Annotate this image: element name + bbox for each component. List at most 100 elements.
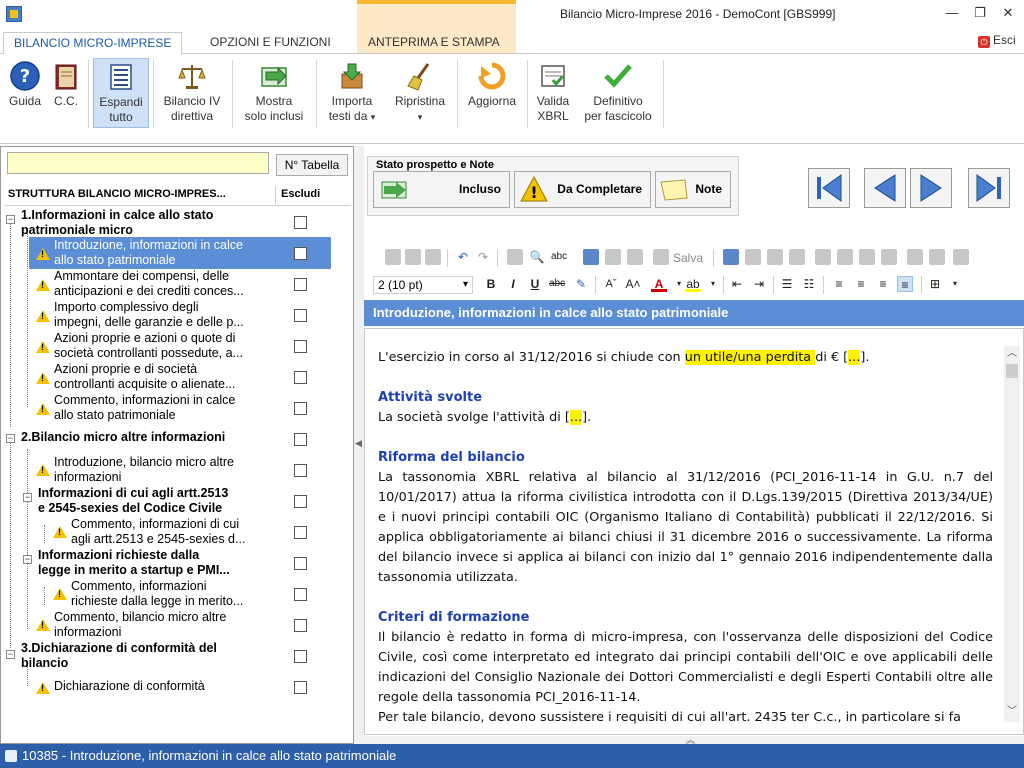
grow-font-icon[interactable]: A˄ [625,276,641,292]
highlight-dropdown-icon[interactable]: ▾ [705,276,721,292]
escludi-checkbox[interactable] [294,557,307,570]
html-source-icon[interactable] [605,249,621,265]
escludi-checkbox[interactable] [294,371,307,384]
tree-node-introduzione[interactable]: Introduzione, informazioni in calce allo … [54,238,294,268]
format-painter-icon[interactable]: ✎ [573,276,589,292]
select-all-icon[interactable] [507,249,523,265]
tree-node-commento-sp[interactable]: Commento, informazioni in calce allo stat… [54,393,284,423]
collapse-toggle[interactable]: − [23,555,32,564]
tree-node-commento-altre[interactable]: Commento, bilancio micro altre informazio… [54,610,284,640]
escludi-checkbox[interactable] [294,681,307,694]
collapse-toggle[interactable]: − [6,650,15,659]
tree-node-artt-2513[interactable]: Informazioni di cui agli artt.2513 e 2545… [38,486,278,516]
escludi-checkbox[interactable] [294,216,307,229]
font-size-select[interactable]: 2 (10 pt) [373,276,473,294]
espandi-tutto-button[interactable]: Espandi tutto [93,58,149,128]
highlight-icon[interactable]: ab [685,276,701,292]
delete-row-icon[interactable] [815,249,831,265]
borders-icon[interactable]: ⊞ [927,276,943,292]
bullet-list-icon[interactable]: ☰ [779,276,795,292]
tab-opzioni-funzioni[interactable]: OPZIONI E FUNZIONI [200,32,341,54]
undo-icon[interactable]: ↶ [455,249,471,265]
guida-button[interactable]: ? Guida [4,58,46,128]
insert-col-right-icon[interactable] [859,249,875,265]
importa-testi-button[interactable]: Importa testi da ▾ [322,58,382,128]
escludi-checkbox[interactable] [294,526,307,539]
collapse-toggle[interactable]: − [6,434,15,443]
tree-node-section-3[interactable]: 3.Dichiarazione di conformità del bilanci… [21,641,271,671]
escludi-checkbox[interactable] [294,278,307,291]
close-button[interactable]: ✕ [998,4,1018,22]
n-tabella-button[interactable]: N° Tabella [276,154,348,176]
tree-node-commento-startup[interactable]: Commento, informazioni richieste dalla le… [71,579,281,609]
tree-node-startup[interactable]: Informazioni richieste dalla legge in mer… [38,548,278,578]
maximize-button[interactable]: ❐ [970,4,990,22]
merge-cells-icon[interactable] [907,249,923,265]
rich-text-editor[interactable]: L'esercizio in corso al 31/12/2016 si ch… [364,328,1024,735]
tree-node-dichiarazione[interactable]: Dichiarazione di conformità [54,679,284,694]
vertical-scrollbar[interactable] [1004,346,1020,722]
font-color-icon[interactable]: A [651,276,667,292]
definitivo-fascicolo-button[interactable]: Definitivo per fascicolo [577,58,659,128]
insert-col-left-icon[interactable] [837,249,853,265]
search-input[interactable] [7,152,269,174]
tree-node-importo[interactable]: Importo complessivo degli impegni, delle … [54,300,284,330]
tab-anteprima-stampa[interactable]: ANTEPRIMA E STAMPA [358,32,510,54]
first-record-button[interactable] [808,168,850,208]
mostra-solo-inclusi-button[interactable]: Mostra solo inclusi [236,58,312,128]
align-right-icon[interactable]: ≡ [875,276,891,292]
shrink-font-icon[interactable]: Aˇ [603,276,619,292]
insert-row-below-icon[interactable] [789,249,805,265]
escludi-checkbox[interactable] [294,464,307,477]
incluso-button[interactable]: Incluso [373,171,510,208]
horizontal-splitter[interactable]: ︽ [364,735,1024,745]
escludi-checkbox[interactable] [294,650,307,663]
valida-xbrl-button[interactable]: Valida XBRL [531,58,575,128]
ripristina-button[interactable]: Ripristina ▾ [388,58,452,128]
escludi-checkbox[interactable] [294,340,307,353]
delete-col-icon[interactable] [881,249,897,265]
align-justify-icon[interactable]: ≡ [897,276,913,292]
tree-node-azioni-acquisite[interactable]: Azioni proprie e di società controllanti … [54,362,284,392]
cell-props-icon[interactable] [953,249,969,265]
paste-icon[interactable] [425,249,441,265]
save-icon[interactable] [653,249,669,265]
table-props-icon[interactable] [745,249,761,265]
escludi-checkbox[interactable] [294,309,307,322]
spellcheck-icon[interactable]: abc [551,249,567,265]
exit-button[interactable]: ⏻ Esci [978,33,1016,48]
numbered-list-icon[interactable]: ☷ [801,276,817,292]
salva-label[interactable]: Salva [673,251,703,265]
underline-button[interactable]: U [527,276,543,292]
minimize-button[interactable]: — [942,4,962,22]
indent-icon[interactable]: ⇥ [751,276,767,292]
strikethrough-button[interactable]: abc [549,276,565,292]
escludi-checkbox[interactable] [294,247,307,260]
split-cells-icon[interactable] [929,249,945,265]
cc-button[interactable]: C.C. [48,58,84,128]
tree-node-commento-2513[interactable]: Commento, informazioni di cui agli artt.2… [71,517,281,547]
tree-node-intro-altre[interactable]: Introduzione, bilancio micro altre inform… [54,455,284,485]
tab-bilancio-micro-imprese[interactable]: BILANCIO MICRO-IMPRESE [3,32,183,55]
bold-button[interactable]: B [483,276,499,292]
escludi-checkbox[interactable] [294,433,307,446]
borders-dropdown-icon[interactable]: ▾ [947,276,963,292]
table-icon[interactable] [723,249,739,265]
italic-button[interactable]: I [505,276,521,292]
copy-icon[interactable] [405,249,421,265]
aggiorna-button[interactable]: Aggiorna [461,58,523,128]
align-left-icon[interactable]: ≡ [831,276,847,292]
escludi-checkbox[interactable] [294,402,307,415]
escludi-checkbox[interactable] [294,588,307,601]
escludi-checkbox[interactable] [294,619,307,632]
document-body[interactable]: L'esercizio in corso al 31/12/2016 si ch… [378,348,993,728]
previous-record-button[interactable] [864,168,906,208]
da-completare-button[interactable]: ! Da Completare [514,171,651,208]
document-view-icon[interactable] [583,249,599,265]
scroll-thumb[interactable] [1006,364,1018,378]
redo-icon[interactable]: ↷ [475,249,491,265]
escludi-checkbox[interactable] [294,495,307,508]
last-record-button[interactable] [968,168,1010,208]
scroll-down-icon[interactable]: ﹀ [1006,706,1018,718]
outdent-icon[interactable]: ⇤ [729,276,745,292]
